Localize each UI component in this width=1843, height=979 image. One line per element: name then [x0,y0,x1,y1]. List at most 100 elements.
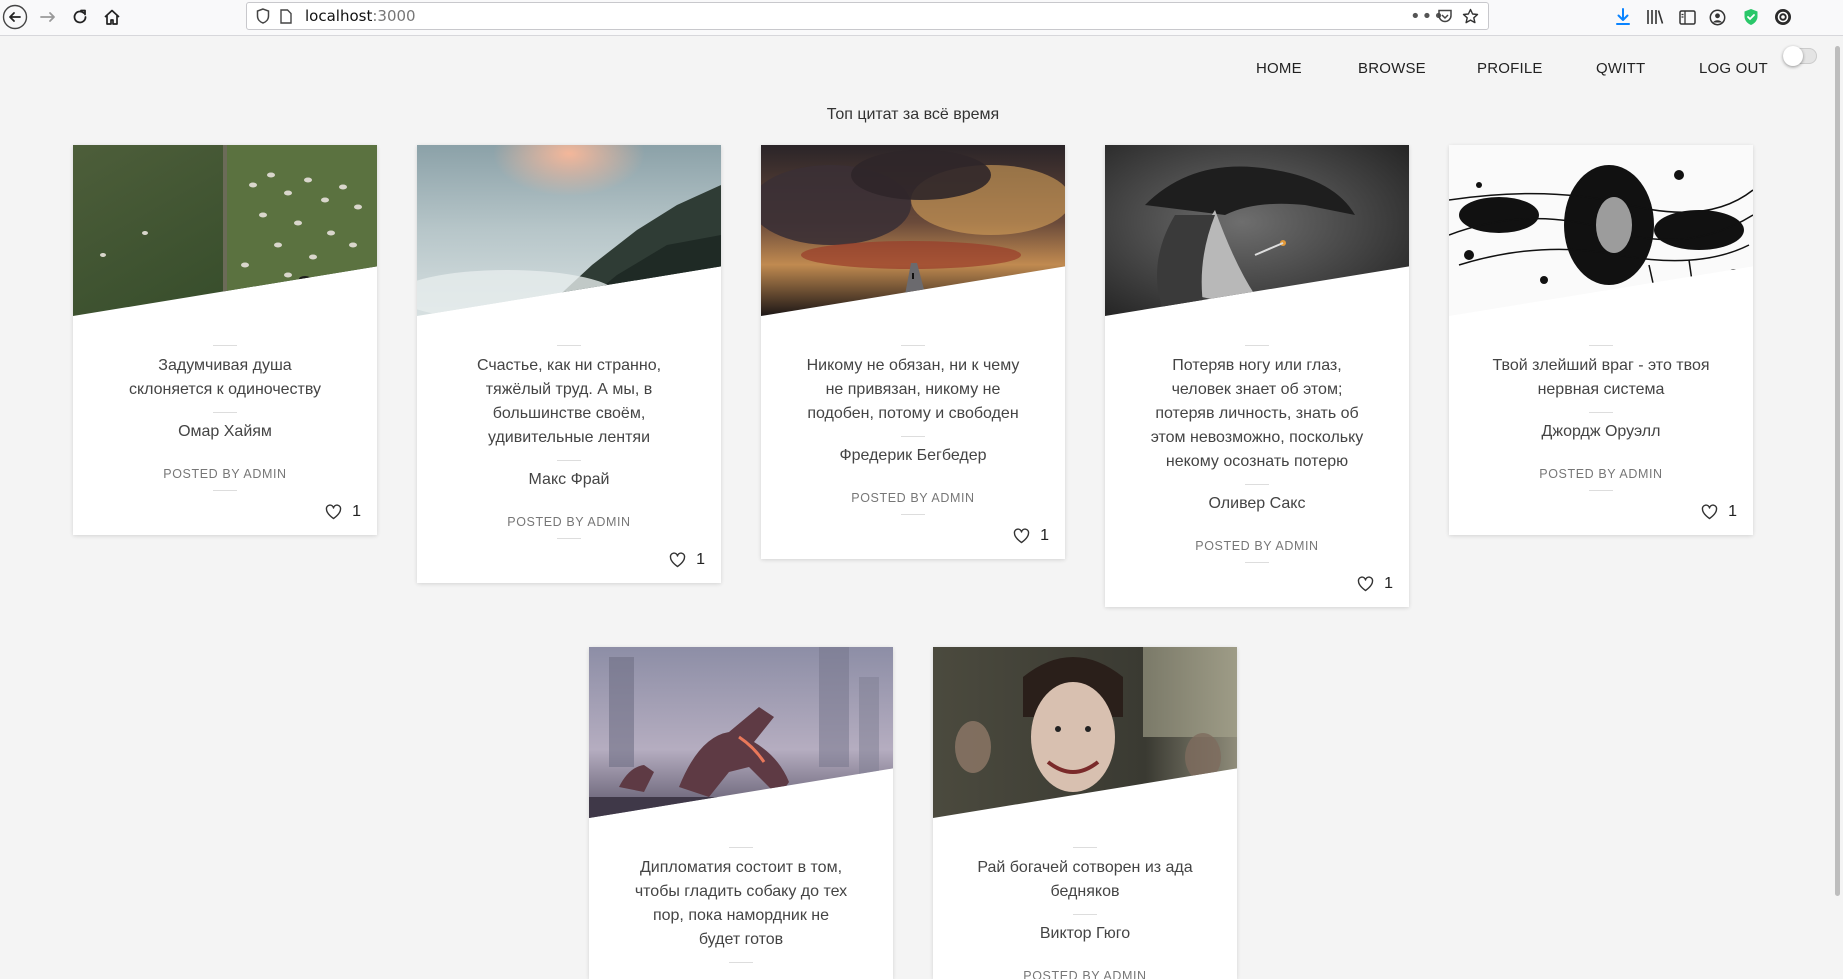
bookmark-star-icon[interactable] [1462,3,1479,29]
quote-text: Рай богачей сотворен из ада бедняков [961,856,1209,904]
like-count: 1 [1040,527,1049,544]
card-image [933,647,1237,818]
quote-line: потеряв личность, знать об [1155,405,1359,422]
quote-line: подобен, потому и свободен [807,405,1019,422]
quote-author: Виктор Гюго [1039,925,1131,942]
quote-card: Задумчивая душа склоняется к одиночеству… [73,145,377,535]
nav-qwitt-link[interactable]: QWITT [1596,60,1645,77]
card-image [1105,145,1409,316]
quote-line: Счастье, как ни странно, [476,357,662,374]
scrollbar-thumb[interactable] [1835,46,1840,896]
quote-line: Потеряв ногу или глаз, [1172,357,1342,374]
divider [729,847,753,848]
quote-line: склоняется к одиночеству [128,381,322,398]
like-count: 1 [696,551,705,568]
shield-icon[interactable] [256,3,270,29]
card-image [1449,145,1753,316]
divider [901,436,925,437]
quote-line: нервная система [1537,381,1665,398]
quote-author: Джордж Оруэлл [1541,423,1661,440]
like-button[interactable]: 1 [1357,575,1393,593]
quote-line: человек знает об этом; [1171,381,1343,398]
quote-author: Фредерик Бегбедер [839,447,987,464]
download-icon[interactable] [1612,6,1634,28]
like-count: 1 [352,503,361,520]
like-count: 1 [1384,575,1393,592]
quote-author: Омар Хайям [178,423,272,440]
like-count: 1 [1728,503,1737,520]
heart-icon[interactable] [325,504,342,520]
posted-by: POSTED BY ADMIN [507,515,631,529]
posted-by: POSTED BY ADMIN [163,467,287,481]
like-button[interactable]: 1 [1013,527,1049,545]
divider [1589,412,1613,413]
quote-text: Счастье, как ни странно, тяжёлый труд. А… [445,354,693,450]
card-image [589,647,893,818]
quote-line: Рай богачей сотворен из ада [977,859,1193,876]
quote-text: Твой злейший враг - это твоя нервная сис… [1477,354,1725,402]
heart-icon[interactable] [669,552,686,568]
browser-toolbar: localhost:3000 ••• [0,0,1843,36]
posted-by: POSTED BY ADMIN [1023,969,1147,979]
url-bar[interactable]: localhost:3000 ••• [246,2,1489,30]
divider [1073,847,1097,848]
quote-line: Никому не обязан, ни к чему [806,357,1020,374]
url-text: localhost:3000 [305,7,416,25]
posted-by: POSTED BY ADMIN [1539,467,1663,481]
divider [1245,562,1269,563]
account-icon[interactable] [1706,6,1728,28]
back-icon[interactable] [1,4,29,30]
quote-line: чтобы гладить собаку до тех [634,883,848,900]
card-content: Счастье, как ни странно, тяжёлый труд. А… [417,345,721,539]
divider [1245,484,1269,485]
page-title: Топ цитат за всё время [826,106,1000,123]
posted-by: POSTED BY ADMIN [851,491,975,505]
card-image [73,145,377,316]
quote-line: будет готов [698,931,784,948]
divider [1245,345,1269,346]
nav-profile-link[interactable]: PROFILE [1477,60,1543,77]
heart-icon[interactable] [1701,504,1718,520]
nav-home-link[interactable]: HOME [1256,60,1302,77]
divider [213,412,237,413]
heart-icon[interactable] [1013,528,1030,544]
home-icon[interactable] [98,4,126,30]
page-icon [280,3,292,29]
posted-by: POSTED BY ADMIN [1195,539,1319,553]
quote-author: Оливер Сакс [1208,495,1306,512]
extension-icon[interactable] [1772,6,1794,28]
card-image [761,145,1065,316]
like-button[interactable]: 1 [669,551,705,569]
nav-logout-link[interactable]: LOG OUT [1699,60,1768,77]
quote-line: бедняков [1050,883,1120,900]
quote-text: Задумчивая душа склоняется к одиночеству [101,354,349,402]
theme-toggle-knob[interactable] [1783,46,1803,66]
heart-icon[interactable] [1357,576,1374,592]
card-content: Никому не обязан, ни к чему не привязан,… [761,345,1065,515]
quote-line: удивительные лентяи [487,429,651,446]
quote-line: тяжёлый труд. А мы, в [485,381,653,398]
extension-shield-icon[interactable] [1740,6,1762,28]
theme-toggle[interactable] [1783,46,1817,66]
quote-line: этом невозможно, поскольку [1150,429,1364,446]
divider [557,460,581,461]
divider [1589,490,1613,491]
like-button[interactable]: 1 [1701,503,1737,521]
divider [213,345,237,346]
library-icon[interactable] [1644,6,1666,28]
card-content: Рай богачей сотворен из ада бедняков Вик… [933,847,1237,979]
card-image [417,145,721,316]
forward-icon[interactable] [34,4,62,30]
quote-text: Потеряв ногу или глаз, человек знает об … [1133,354,1381,474]
sidebar-icon[interactable] [1676,6,1698,28]
like-button[interactable]: 1 [325,503,361,521]
pocket-icon[interactable] [1437,3,1453,29]
page-scrollbar[interactable] [1832,36,1843,979]
nav-browse-link[interactable]: BROWSE [1358,60,1426,77]
quote-author: Макс Фрай [528,471,610,488]
reload-icon[interactable] [66,4,94,30]
quote-line: некому осознать потерю [1165,453,1349,470]
divider [901,514,925,515]
quote-card: Дипломатия состоит в том, чтобы гладить … [589,647,893,979]
divider [729,962,753,963]
